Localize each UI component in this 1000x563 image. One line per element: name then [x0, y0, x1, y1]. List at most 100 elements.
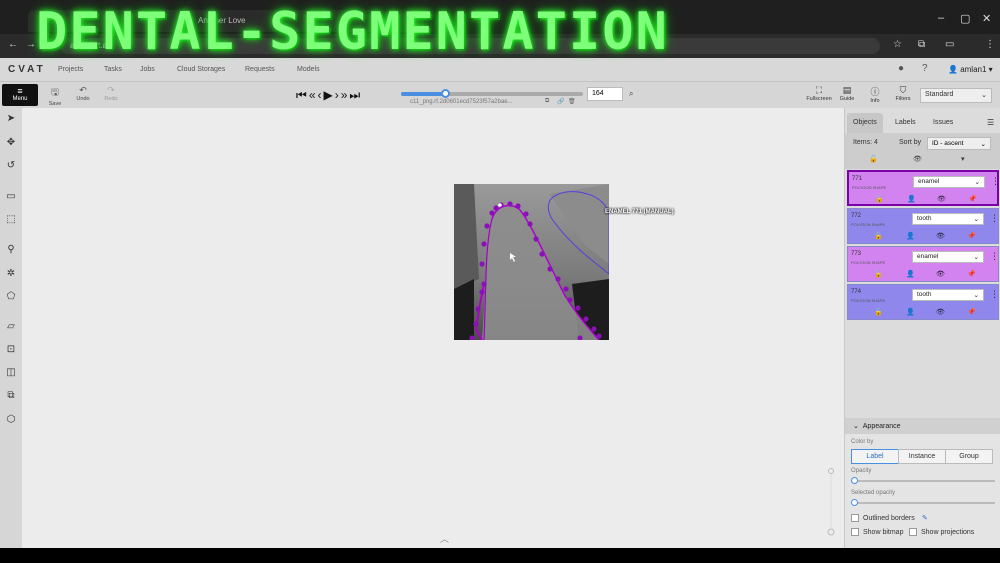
info-button[interactable]: ⓘ Info [862, 85, 888, 104]
nav-models[interactable]: Models [297, 66, 320, 73]
move-icon[interactable]: ✥ [4, 136, 18, 150]
ai-tools-icon[interactable]: ✲ [4, 267, 18, 281]
lock-icon[interactable]: 🔓 [874, 232, 883, 240]
lock-all-icon[interactable]: 🔓 [869, 155, 878, 163]
maximize-icon[interactable]: ▢ [960, 12, 970, 25]
visibility-icon[interactable]: 👁 [936, 232, 945, 240]
chevron-up-icon[interactable]: ︿ [440, 532, 449, 545]
guide-button[interactable]: ▤ Guide [834, 85, 860, 102]
rectangle-icon[interactable]: ▱ [4, 320, 18, 334]
outlined-borders-checkbox[interactable] [851, 514, 859, 522]
color-by-group-option[interactable]: Group [945, 449, 993, 464]
tab-issues[interactable]: Issues [927, 113, 959, 133]
fit-image-icon[interactable]: ▭ [4, 190, 18, 204]
workspace-mode-select[interactable]: Standard ⌄ [920, 88, 992, 103]
appearance-header[interactable]: ⌄ Appearance [845, 418, 1000, 434]
merge-icon[interactable]: ⬡ [4, 413, 18, 427]
pin-icon[interactable]: 📌 [967, 308, 976, 316]
close-icon[interactable]: ✕ [982, 12, 991, 25]
occluded-icon[interactable]: 👤 [906, 308, 915, 316]
more-options-icon[interactable]: ⋮ [990, 213, 999, 224]
back-icon[interactable]: ← [8, 39, 18, 50]
show-projections-checkbox[interactable] [909, 528, 917, 536]
show-bitmap-checkbox[interactable] [851, 528, 859, 536]
object-label-select[interactable]: enamel ⌄ [913, 176, 985, 188]
occluded-icon[interactable]: 👤 [907, 195, 916, 203]
forward-icon[interactable]: → [26, 39, 36, 50]
more-options-icon[interactable]: ⋮ [991, 176, 1000, 187]
opacity-slider[interactable] [851, 477, 995, 484]
nav-tasks[interactable]: Tasks [104, 66, 122, 73]
delete-frame-icon[interactable]: 🗑 [568, 98, 576, 105]
pin-icon[interactable]: 📌 [967, 270, 976, 278]
visibility-icon[interactable]: 👁 [936, 270, 945, 278]
undo-button[interactable]: ↶ Undo [72, 85, 94, 102]
lock-icon[interactable]: 🔓 [875, 195, 884, 203]
lock-icon[interactable]: 🔓 [874, 270, 883, 278]
expand-all-icon[interactable]: ▾ [961, 155, 965, 163]
minimize-icon[interactable]: – [938, 12, 944, 24]
cast-icon[interactable]: ▭ [945, 39, 954, 50]
link-icon[interactable]: 🔗 [557, 98, 564, 105]
list-toggle-icon[interactable]: ☰ [987, 118, 994, 127]
tab-objects[interactable]: Objects [847, 113, 883, 133]
copy-icon[interactable]: ⧉ [545, 98, 549, 105]
group-icon[interactable]: ⧉ [4, 389, 18, 403]
dental-image[interactable] [454, 184, 609, 340]
menu-button[interactable]: ≡ Menu [2, 84, 38, 106]
github-icon[interactable]: ● [898, 63, 904, 74]
pin-icon[interactable]: 📌 [967, 232, 976, 240]
filters-button[interactable]: ⛉ Filters [890, 85, 916, 102]
play-icon[interactable]: ▶ [324, 88, 335, 102]
object-card[interactable]: 773 POLYGON SHAPE enamel ⌄ ⋮ 🔓 👤 👁 📌 [847, 246, 999, 282]
nav-projects[interactable]: Projects [58, 66, 83, 73]
color-by-label-option[interactable]: Label [851, 449, 899, 464]
nav-requests[interactable]: Requests [245, 66, 275, 73]
object-label-select[interactable]: enamel ⌄ [912, 251, 984, 263]
more-options-icon[interactable]: ⋮ [990, 289, 999, 300]
last-frame-icon[interactable]: ⏭ [349, 88, 362, 102]
rotate-icon[interactable]: ↺ [4, 159, 18, 173]
frame-slider[interactable] [401, 89, 583, 98]
object-card[interactable]: 772 POLYGON SHAPE tooth ⌄ ⋮ 🔓 👤 👁 📌 [847, 208, 999, 244]
zoom-region-icon[interactable]: ⬚ [4, 213, 18, 227]
magic-wand-icon[interactable]: ⚲ [4, 243, 18, 257]
more-options-icon[interactable]: ⋮ [990, 251, 999, 262]
nav-jobs[interactable]: Jobs [140, 66, 155, 73]
cvat-logo[interactable]: CVAT [8, 64, 46, 75]
bookmark-star-icon[interactable]: ☆ [893, 39, 902, 50]
object-label-select[interactable]: tooth ⌄ [912, 289, 984, 301]
tab-labels[interactable]: Labels [889, 113, 922, 133]
lock-icon[interactable]: 🔓 [874, 308, 883, 316]
split-icon[interactable]: ◫ [4, 366, 18, 380]
visibility-icon[interactable]: 👁 [936, 308, 945, 316]
save-button[interactable]: 🖫 Save [44, 85, 66, 107]
opacity-slider-handle[interactable] [851, 477, 858, 484]
polygon-icon[interactable]: ⬠ [4, 290, 18, 304]
zoom-slider[interactable] [827, 468, 835, 536]
color-picker-icon[interactable]: ✎ [922, 514, 928, 522]
first-frame-icon[interactable]: ⏮ [296, 88, 309, 102]
pin-icon[interactable]: 📌 [968, 195, 977, 203]
annotation-canvas[interactable]: ENAMEL 771 (MANUAL) ︿ [22, 108, 844, 548]
redo-button[interactable]: ↷ Redo [100, 85, 122, 102]
object-label-select[interactable]: tooth ⌄ [912, 213, 984, 225]
frame-number-input[interactable]: 164 [587, 87, 623, 101]
object-card[interactable]: 771 POLYGON SHAPE enamel ⌄ ⋮ 🔓 👤 👁 📌 [847, 170, 1000, 206]
fast-backward-icon[interactable]: « [309, 88, 318, 102]
browser-menu-icon[interactable]: ⋮ [985, 39, 995, 50]
nav-cloud-storages[interactable]: Cloud Storages [177, 66, 225, 73]
user-menu[interactable]: 👤 amlan1 ▾ [948, 65, 993, 74]
selected-opacity-slider[interactable] [851, 499, 995, 506]
visibility-icon[interactable]: 👁 [937, 195, 946, 203]
extensions-icon[interactable]: ⧉ [918, 39, 925, 50]
color-by-instance-option[interactable]: Instance [898, 449, 946, 464]
hide-all-icon[interactable]: 👁 [913, 155, 922, 163]
frame-slider-handle[interactable] [440, 89, 450, 98]
help-icon[interactable]: ? [922, 63, 928, 74]
occluded-icon[interactable]: 👤 [906, 270, 915, 278]
search-icon[interactable]: ⌕ [629, 89, 633, 99]
selected-opacity-slider-handle[interactable] [851, 499, 858, 506]
sort-select[interactable]: ID - ascent ⌄ [927, 137, 991, 150]
fullscreen-button[interactable]: ⛶ Fullscreen [806, 85, 832, 102]
